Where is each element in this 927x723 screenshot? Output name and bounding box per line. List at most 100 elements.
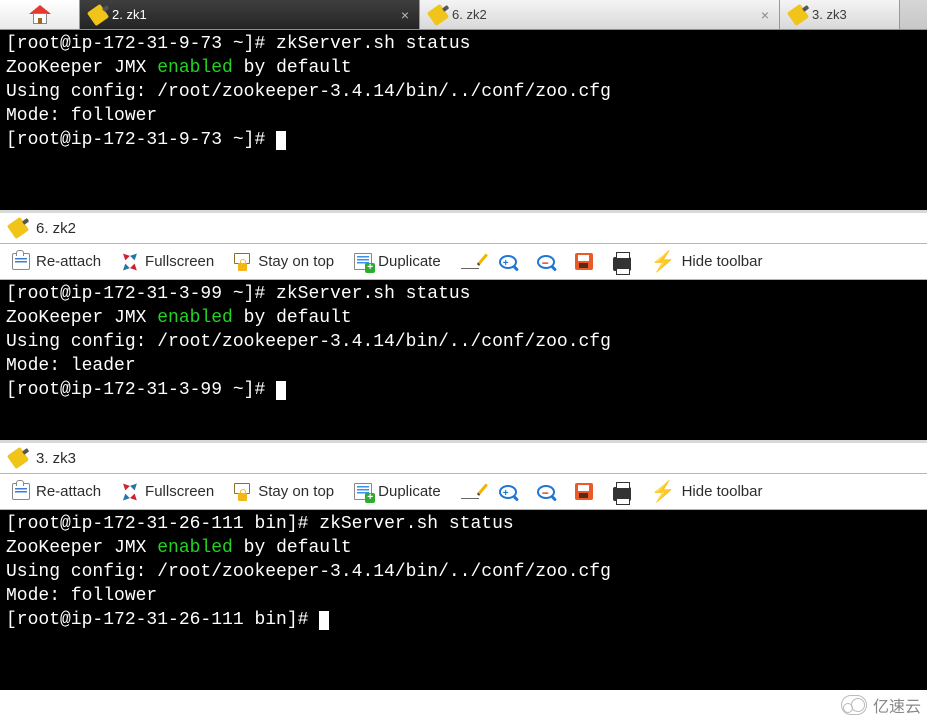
watermark-text: 亿速云 bbox=[873, 693, 921, 717]
tab-zk2[interactable]: 6. zk2 × bbox=[420, 0, 780, 29]
cursor-block bbox=[276, 381, 286, 400]
prompt: [root@ip-172-31-9-73 ~]# bbox=[6, 130, 276, 150]
fullscreen-button[interactable]: ▲▲▲▲ Fullscreen bbox=[121, 483, 214, 501]
button-label: Stay on top bbox=[258, 253, 334, 270]
duplicate-button[interactable]: Duplicate bbox=[354, 253, 441, 270]
print-button[interactable] bbox=[613, 255, 631, 269]
main-tabstrip: 2. zk1 × 6. zk2 × 3. zk3 bbox=[0, 0, 927, 30]
stay-on-top-button[interactable]: Stay on top bbox=[234, 483, 334, 501]
edit-button[interactable] bbox=[461, 485, 479, 499]
button-label: Duplicate bbox=[378, 253, 441, 270]
close-icon[interactable]: × bbox=[401, 7, 409, 23]
cursor-block bbox=[276, 131, 286, 150]
tab-label: 6. zk2 bbox=[452, 7, 487, 22]
lightning-icon: ⚡ bbox=[651, 254, 676, 270]
command-text: zkServer.sh status bbox=[276, 34, 470, 54]
zoom-out-icon: − bbox=[537, 485, 555, 499]
fullscreen-icon: ▲▲▲▲ bbox=[121, 253, 139, 271]
output-line: by default bbox=[233, 58, 352, 78]
panel-titlebar-zk3: 3. zk3 bbox=[0, 440, 927, 474]
prompt: [root@ip-172-31-3-99 ~]# bbox=[6, 380, 276, 400]
save-button[interactable] bbox=[575, 483, 593, 500]
zoom-in-button[interactable]: + bbox=[499, 485, 517, 499]
output-line: Mode: leader bbox=[6, 356, 136, 376]
prompt: [root@ip-172-31-9-73 ~]# bbox=[6, 34, 276, 54]
button-label: Re-attach bbox=[36, 483, 101, 500]
button-label: Stay on top bbox=[258, 483, 334, 500]
toolbar-zk3: Re-attach ▲▲▲▲ Fullscreen Stay on top Du… bbox=[0, 474, 927, 510]
output-line: Using config: /root/zookeeper-3.4.14/bin… bbox=[6, 562, 611, 582]
stay-on-top-icon bbox=[234, 483, 252, 501]
terminal-zk3[interactable]: [root@ip-172-31-26-111 bin]# zkServer.sh… bbox=[0, 510, 927, 690]
reattach-button[interactable]: Re-attach bbox=[12, 253, 101, 270]
zoom-out-button[interactable]: − bbox=[537, 485, 555, 499]
duplicate-icon bbox=[354, 483, 372, 500]
terminal-zk1[interactable]: [root@ip-172-31-9-73 ~]# zkServer.sh sta… bbox=[0, 30, 927, 210]
pencil-icon bbox=[461, 255, 479, 269]
output-line: ZooKeeper JMX bbox=[6, 58, 157, 78]
button-label: Hide toolbar bbox=[682, 253, 763, 270]
save-icon bbox=[575, 483, 593, 500]
hide-toolbar-button[interactable]: ⚡ Hide toolbar bbox=[651, 253, 763, 270]
output-line: Mode: follower bbox=[6, 586, 157, 606]
zoom-in-icon: + bbox=[499, 485, 517, 499]
panel-title: 6. zk2 bbox=[36, 220, 76, 237]
print-button[interactable] bbox=[613, 485, 631, 499]
output-enabled: enabled bbox=[157, 58, 233, 78]
printer-icon bbox=[613, 257, 631, 271]
cloud-icon bbox=[841, 695, 867, 715]
output-line: ZooKeeper JMX bbox=[6, 538, 157, 558]
output-line: Using config: /root/zookeeper-3.4.14/bin… bbox=[6, 332, 611, 352]
button-label: Re-attach bbox=[36, 253, 101, 270]
key-icon bbox=[787, 3, 809, 25]
output-line: by default bbox=[233, 538, 352, 558]
output-line: ZooKeeper JMX bbox=[6, 308, 157, 328]
command-text: zkServer.sh status bbox=[319, 514, 513, 534]
edit-button[interactable] bbox=[461, 255, 479, 269]
command-text: zkServer.sh status bbox=[276, 284, 470, 304]
clipboard-icon bbox=[12, 483, 30, 500]
zoom-out-icon: − bbox=[537, 255, 555, 269]
zoom-in-button[interactable]: + bbox=[499, 255, 517, 269]
prompt: [root@ip-172-31-26-111 bin]# bbox=[6, 610, 319, 630]
button-label: Hide toolbar bbox=[682, 483, 763, 500]
tab-zk3[interactable]: 3. zk3 bbox=[780, 0, 900, 29]
button-label: Duplicate bbox=[378, 483, 441, 500]
output-line: Using config: /root/zookeeper-3.4.14/bin… bbox=[6, 82, 611, 102]
output-enabled: enabled bbox=[157, 308, 233, 328]
duplicate-button[interactable]: Duplicate bbox=[354, 483, 441, 500]
lightning-icon: ⚡ bbox=[651, 484, 676, 500]
panel-titlebar-zk2: 6. zk2 bbox=[0, 210, 927, 244]
key-icon bbox=[427, 3, 449, 25]
hide-toolbar-button[interactable]: ⚡ Hide toolbar bbox=[651, 483, 763, 500]
fullscreen-button[interactable]: ▲▲▲▲ Fullscreen bbox=[121, 253, 214, 271]
tab-label: 3. zk3 bbox=[812, 7, 847, 22]
terminal-zk2[interactable]: [root@ip-172-31-3-99 ~]# zkServer.sh sta… bbox=[0, 280, 927, 440]
output-enabled: enabled bbox=[157, 538, 233, 558]
output-line: Mode: follower bbox=[6, 106, 157, 126]
zoom-out-button[interactable]: − bbox=[537, 255, 555, 269]
close-icon[interactable]: × bbox=[761, 7, 769, 23]
zoom-in-icon: + bbox=[499, 255, 517, 269]
save-button[interactable] bbox=[575, 253, 593, 270]
key-icon bbox=[7, 217, 29, 239]
clipboard-icon bbox=[12, 253, 30, 270]
watermark: 亿速云 bbox=[841, 693, 921, 717]
printer-icon bbox=[613, 487, 631, 501]
reattach-button[interactable]: Re-attach bbox=[12, 483, 101, 500]
pencil-icon bbox=[461, 485, 479, 499]
home-tab[interactable] bbox=[0, 0, 80, 29]
tab-label: 2. zk1 bbox=[112, 7, 147, 22]
prompt: [root@ip-172-31-26-111 bin]# bbox=[6, 514, 319, 534]
panel-title: 3. zk3 bbox=[36, 450, 76, 467]
cursor-block bbox=[319, 611, 329, 630]
key-icon bbox=[7, 447, 29, 469]
home-icon bbox=[29, 5, 51, 25]
stay-on-top-icon bbox=[234, 253, 252, 271]
stay-on-top-button[interactable]: Stay on top bbox=[234, 253, 334, 271]
fullscreen-icon: ▲▲▲▲ bbox=[121, 483, 139, 501]
tab-zk1[interactable]: 2. zk1 × bbox=[80, 0, 420, 29]
toolbar-zk2: Re-attach ▲▲▲▲ Fullscreen Stay on top Du… bbox=[0, 244, 927, 280]
button-label: Fullscreen bbox=[145, 483, 214, 500]
save-icon bbox=[575, 253, 593, 270]
